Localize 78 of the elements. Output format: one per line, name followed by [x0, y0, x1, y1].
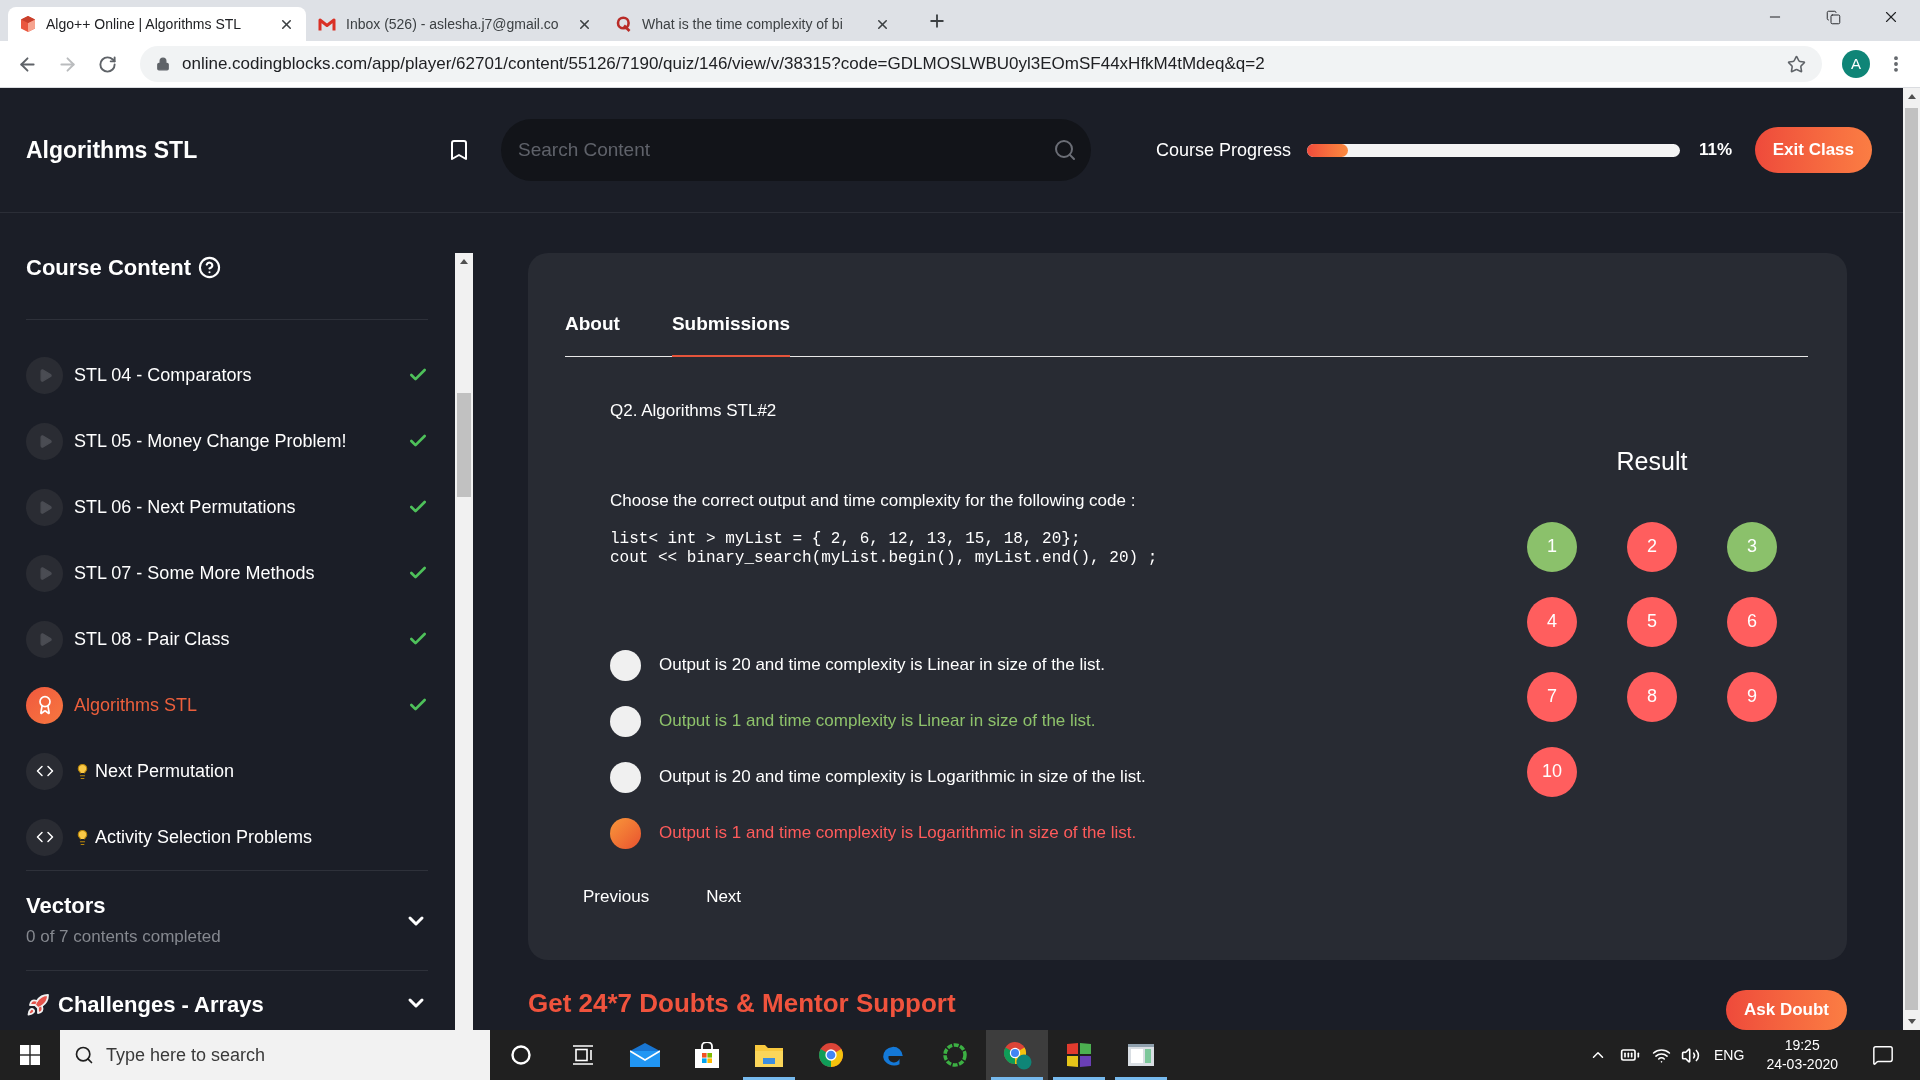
browser-tab[interactable]: Algo++ Online | Algorithms STL [8, 7, 306, 41]
code-icon [26, 752, 63, 790]
notification-icon[interactable] [1872, 1044, 1894, 1066]
code-icon [26, 818, 63, 856]
radio-button[interactable] [610, 649, 641, 681]
restore-icon[interactable] [1825, 9, 1841, 25]
course-title: Algorithms STL [26, 136, 198, 163]
radio-button[interactable] [610, 761, 641, 793]
lesson-link[interactable]: Algorithms STL [74, 691, 198, 719]
option-text[interactable]: Output is 20 and time complexity is Linear in size of the list. [659, 652, 1105, 678]
taskbar-search-field[interactable]: Type here to search [60, 1030, 490, 1080]
content-tab[interactable]: About [565, 310, 620, 357]
lesson-link[interactable]: STL 04 - Comparators [74, 361, 252, 389]
play-icon [26, 422, 63, 460]
folder-icon[interactable] [755, 1043, 783, 1067]
play-icon [26, 488, 63, 526]
window-icon[interactable] [1128, 1044, 1154, 1066]
lesson-link[interactable]: STL 06 - Next Permutations [74, 493, 296, 521]
result-title: Result [1616, 445, 1688, 476]
envelope-icon[interactable] [630, 1043, 660, 1067]
cube-logo-icon [20, 16, 36, 32]
section-title[interactable]: Vectors [26, 891, 106, 920]
circle-icon[interactable] [511, 1045, 531, 1065]
section-title[interactable]: Challenges - Arrays [58, 991, 264, 1019]
play-icon [26, 554, 63, 592]
clock-date[interactable]: 24-03-2020 [1766, 1055, 1838, 1074]
ring-tail-icon [616, 16, 632, 32]
next-button[interactable]: Next [706, 885, 742, 908]
clock-time[interactable]: 19:25 [1784, 1036, 1820, 1055]
tricolor-wheel-icon[interactable] [818, 1042, 844, 1068]
lesson-link[interactable]: Next Permutation [95, 757, 235, 785]
sidebar-scrollbar[interactable] [455, 253, 473, 1030]
star-icon[interactable] [1787, 54, 1806, 74]
lock-icon[interactable] [156, 57, 170, 71]
search-icon[interactable] [1053, 138, 1077, 162]
profile-avatar[interactable]: A [1842, 50, 1870, 78]
content-tab[interactable]: Submissions [671, 310, 791, 357]
play-icon [26, 356, 63, 394]
award-icon [26, 686, 63, 724]
url-text[interactable]: online.codingblocks.com/app/player/62701/content/55126/7190/quiz/146/view/v/38315?code=GDLMOSLWBU0yl3EOmSF44xHfkM4tMdeq&q=2 [182, 51, 1265, 77]
play-icon [26, 620, 63, 658]
active-app-tile[interactable] [986, 1030, 1048, 1080]
code-snippet: list< int > myList = { 2, 6, 12, 13, 15, 18, 20}; cout << binary_search(myList.begin(), myList.end(), 20) ; [610, 529, 1159, 568]
radio-button[interactable] [610, 705, 641, 737]
option-text[interactable]: Output is 20 and time complexity is Logarithmic in size of the list. [659, 764, 1146, 790]
previous-button[interactable]: Previous [583, 885, 650, 908]
start-icon[interactable] [20, 1045, 40, 1065]
option-text[interactable]: Output is 1 and time complexity is Logarithmic in size of the list. [659, 820, 1137, 846]
shopping-bag-icon[interactable] [694, 1042, 720, 1068]
search-field[interactable]: Search Content [501, 119, 1091, 181]
reload-icon[interactable] [97, 54, 117, 74]
rocket-icon [26, 993, 50, 1017]
tiled-squares-icon[interactable] [1066, 1042, 1092, 1068]
question-title: Q2. Algorithms STL#2 [610, 399, 778, 422]
lesson-link[interactable]: STL 08 - Pair Class [74, 625, 230, 653]
browser-tab[interactable]: What is the time complexity of bi [604, 7, 902, 41]
sidebar-title: Course Content [26, 253, 191, 282]
help-icon[interactable] [198, 255, 221, 279]
wheel-badge-icon[interactable] [1002, 1040, 1032, 1070]
search-icon [74, 1045, 94, 1065]
radio-button[interactable] [610, 817, 641, 849]
m-shape-icon [318, 16, 336, 32]
task-view-icon[interactable] [572, 1045, 594, 1065]
question-text: Choose the correct output and time complexity for the following code : [610, 489, 1137, 512]
progress-label: Course Progress [1156, 138, 1292, 162]
support-heading: Get 24*7 Doubts & Mentor Support [528, 988, 956, 1018]
lesson-link[interactable]: STL 05 - Money Change Problem! [74, 427, 347, 455]
page-scrollbar[interactable] [1903, 88, 1920, 1030]
progress-reading: 11% [1699, 139, 1733, 162]
dotted-ring-icon[interactable] [942, 1042, 968, 1068]
option-text[interactable]: Output is 1 and time complexity is Linear in size of the list. [659, 708, 1096, 734]
language-indicator[interactable]: ENG [1714, 1044, 1745, 1066]
section-subtitle: 0 of 7 contents completed [26, 925, 222, 948]
lesson-link[interactable]: Activity Selection Problems [95, 823, 313, 851]
lesson-link[interactable]: STL 07 - Some More Methods [74, 559, 315, 587]
browser-tab[interactable]: Inbox (526) - aslesha.j7@gmail.co [306, 7, 604, 41]
address-bar[interactable]: online.codingblocks.com/app/player/62701/content/55126/7190/quiz/146/view/v/38315?code=GDLMOSLWBU0yl3EOmSF44xHfkM4tMdeq&q=2 [140, 46, 1822, 82]
speaker-icon[interactable] [1681, 1045, 1701, 1065]
